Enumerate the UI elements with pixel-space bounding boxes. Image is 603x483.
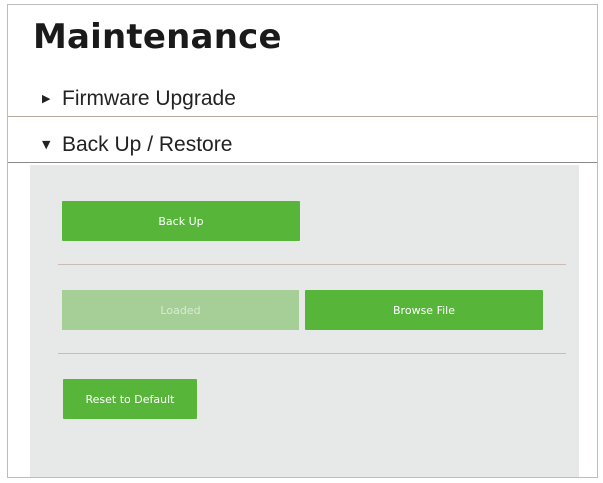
restore-file-field[interactable]: Loaded — [62, 290, 299, 330]
section-backup-restore[interactable]: ▼ Back Up / Restore — [8, 127, 597, 163]
backup-button[interactable]: Back Up — [62, 201, 300, 241]
divider — [58, 353, 566, 354]
caret-right-icon: ▶ — [42, 92, 51, 105]
divider — [58, 264, 566, 265]
section-backup-restore-label: Back Up / Restore — [62, 132, 233, 156]
caret-down-icon: ▼ — [42, 138, 51, 151]
backup-restore-panel: Back Up Loaded Browse File Reset to Defa… — [30, 165, 579, 477]
reset-to-default-button[interactable]: Reset to Default — [63, 379, 197, 419]
page-title: Maintenance — [33, 17, 282, 57]
browse-file-button[interactable]: Browse File — [305, 290, 543, 330]
section-firmware-upgrade[interactable]: ▶ Firmware Upgrade — [8, 81, 597, 117]
maintenance-frame: Maintenance ▶ Firmware Upgrade ▼ Back Up… — [7, 4, 598, 478]
section-firmware-upgrade-label: Firmware Upgrade — [62, 86, 236, 110]
